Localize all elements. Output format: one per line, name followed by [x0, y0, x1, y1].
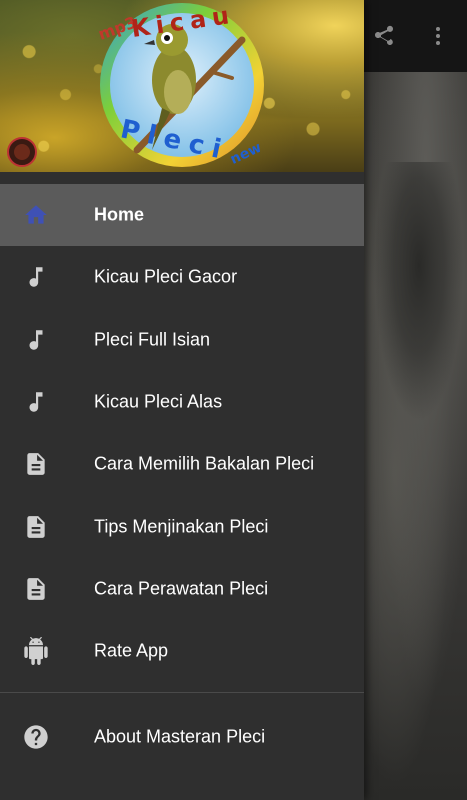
android-icon [22, 637, 50, 666]
menu-item-label: Kicau Pleci Alas [94, 391, 223, 412]
drawer-header: mp3 Kicau Pleci new [0, 0, 364, 172]
music-note-icon [22, 388, 50, 416]
drawer-menu: Home Kicau Pleci Gacor Pleci Full Isian … [0, 184, 364, 682]
menu-item-label: Kicau Pleci Gacor [94, 266, 238, 287]
menu-item-label: Cara Perawatan Pleci [94, 578, 269, 599]
home-icon [22, 201, 50, 229]
tree-silhouette [374, 162, 464, 422]
share-icon[interactable] [370, 22, 398, 50]
menu-item-kicau-pleci-gacor[interactable]: Kicau Pleci Gacor [0, 246, 364, 308]
badge-logo-icon [7, 137, 37, 167]
more-vert-icon[interactable] [424, 22, 452, 50]
background-photo [364, 72, 467, 800]
menu-divider [0, 692, 364, 693]
menu-item-label: Pleci Full Isian [94, 329, 211, 350]
menu-item-home[interactable]: Home [0, 184, 364, 247]
menu-item-label: Home [94, 204, 145, 225]
help-icon [22, 723, 50, 751]
music-note-icon [22, 263, 50, 291]
menu-item-kicau-pleci-alas[interactable]: Kicau Pleci Alas [0, 371, 364, 433]
menu-item-label: Rate App [94, 640, 169, 661]
navigation-drawer: mp3 Kicau Pleci new Home Kicau Pleci Gac… [0, 0, 364, 800]
music-note-icon [22, 326, 50, 354]
menu-item-label: Tips Menjinakan Pleci [94, 516, 269, 537]
document-icon [22, 513, 50, 541]
document-icon [22, 575, 50, 603]
menu-item-tips-menjinakan-pleci[interactable]: Tips Menjinakan Pleci [0, 495, 364, 557]
menu-item-label: About Masteran Pleci [94, 726, 266, 747]
menu-item-cara-perawatan-pleci[interactable]: Cara Perawatan Pleci [0, 558, 364, 620]
menu-item-cara-memilih-bakalan-pleci[interactable]: Cara Memilih Bakalan Pleci [0, 433, 364, 495]
menu-item-pleci-full-isian[interactable]: Pleci Full Isian [0, 309, 364, 371]
menu-item-about[interactable]: About Masteran Pleci [0, 706, 364, 768]
menu-item-rate-app[interactable]: Rate App [0, 620, 364, 682]
app-logo: mp3 Kicau Pleci new [96, 1, 264, 168]
document-icon [22, 450, 50, 478]
menu-item-label: Cara Memilih Bakalan Pleci [94, 453, 315, 474]
